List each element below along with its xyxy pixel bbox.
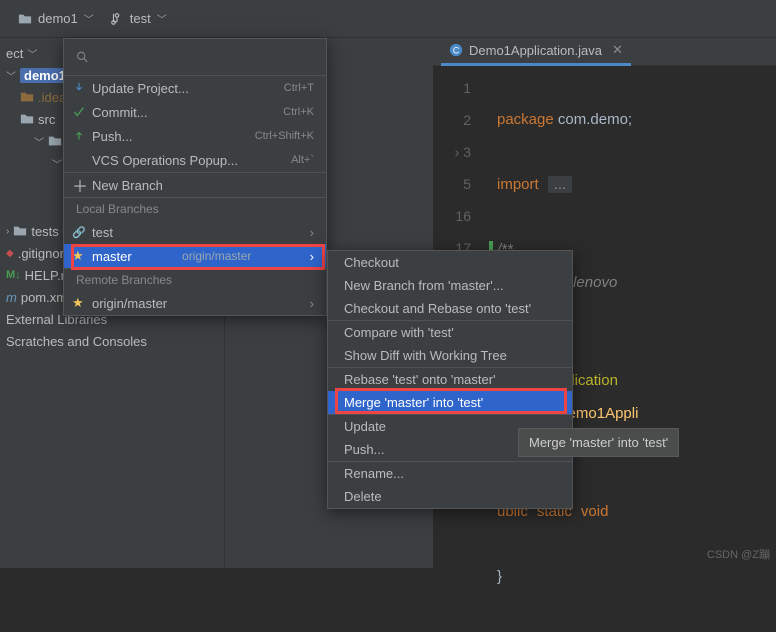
folder-icon (18, 12, 32, 26)
folder-icon (13, 224, 27, 238)
branch-master[interactable]: ★masterorigin/master› (64, 244, 326, 268)
submenu-checkout-rebase[interactable]: Checkout and Rebase onto 'test' (328, 297, 572, 320)
star-icon: ★ (72, 248, 84, 264)
branch-name: test (130, 11, 151, 26)
project-name: demo1 (38, 11, 78, 26)
class-icon: C (449, 43, 463, 57)
local-branches-header: Local Branches (64, 198, 326, 220)
editor-tabs: C Demo1Application.java ✕ (433, 38, 776, 66)
chevron-right-icon: › (310, 296, 314, 311)
search-icon (76, 50, 89, 64)
star-icon: ★ (72, 295, 84, 311)
chevron-down-icon: ﹀ (6, 68, 16, 83)
link-icon: 🔗 (72, 226, 86, 239)
submenu-compare[interactable]: Compare with 'test' (328, 321, 572, 344)
svg-text:C: C (453, 46, 459, 56)
chevron-right-icon: › (310, 225, 314, 240)
folder-icon (20, 90, 34, 104)
vcs-new-branch[interactable]: ＋New Branch (64, 173, 326, 197)
markdown-icon: M↓ (6, 269, 21, 281)
submenu-merge[interactable]: Merge 'master' into 'test' (328, 391, 572, 414)
branch-test[interactable]: 🔗test› (64, 220, 326, 244)
editor-tab[interactable]: C Demo1Application.java ✕ (441, 38, 631, 66)
chevron-right-icon: › (6, 226, 9, 237)
submenu-rename[interactable]: Rename... (328, 462, 572, 485)
folder-icon (20, 112, 34, 126)
tooltip: Merge 'master' into 'test' (518, 428, 679, 457)
submenu-checkout[interactable]: Checkout (328, 251, 572, 274)
tab-label: Demo1Application.java (469, 43, 602, 58)
vcs-search-row[interactable] (64, 39, 326, 75)
submenu-show-diff[interactable]: Show Diff with Working Tree (328, 344, 572, 367)
submenu-delete[interactable]: Delete (328, 485, 572, 508)
chevron-down-icon: ﹀ (34, 134, 44, 149)
chevron-down-icon: ﹀ (84, 11, 94, 26)
file-label: pom.xm (21, 290, 67, 305)
branch-origin-master[interactable]: ★origin/master› (64, 291, 326, 315)
branch-icon (110, 12, 124, 26)
chevron-down-icon: ﹀ (52, 156, 62, 171)
vcs-search-input[interactable] (95, 50, 314, 65)
vcs-push[interactable]: Push...Ctrl+Shift+K (64, 124, 326, 148)
chevron-down-icon: ﹀ (157, 11, 167, 26)
close-icon[interactable]: ✕ (612, 42, 623, 58)
watermark: CSDN @Z蹦 (707, 546, 770, 562)
push-icon (72, 129, 86, 143)
maven-icon: m (6, 290, 17, 305)
commit-icon (72, 105, 86, 119)
remote-branches-header: Remote Branches (64, 269, 326, 291)
fold-ellipsis[interactable]: ... (548, 176, 573, 193)
git-icon: ◆ (6, 248, 14, 259)
update-icon (72, 81, 86, 95)
top-toolbar: demo1 ﹀ test ﹀ (0, 0, 776, 38)
vcs-commit[interactable]: Commit...Ctrl+K (64, 100, 326, 124)
branch-submenu: Checkout New Branch from 'master'... Che… (327, 250, 573, 509)
submenu-rebase[interactable]: Rebase 'test' onto 'master' (328, 368, 572, 391)
branch-selector[interactable]: test ﹀ (102, 7, 175, 30)
vcs-update-project[interactable]: Update Project...Ctrl+T (64, 76, 326, 100)
vcs-popup: Update Project...Ctrl+T Commit...Ctrl+K … (63, 38, 327, 316)
tree-scratches[interactable]: Scratches and Consoles (0, 330, 224, 352)
vcs-operations-popup[interactable]: VCS Operations Popup...Alt+` (64, 148, 326, 172)
chevron-right-icon: › (310, 249, 314, 264)
plus-icon: ＋ (72, 173, 86, 197)
project-selector[interactable]: demo1 ﹀ (10, 7, 102, 30)
folder-icon (48, 134, 62, 148)
submenu-new-branch[interactable]: New Branch from 'master'... (328, 274, 572, 297)
